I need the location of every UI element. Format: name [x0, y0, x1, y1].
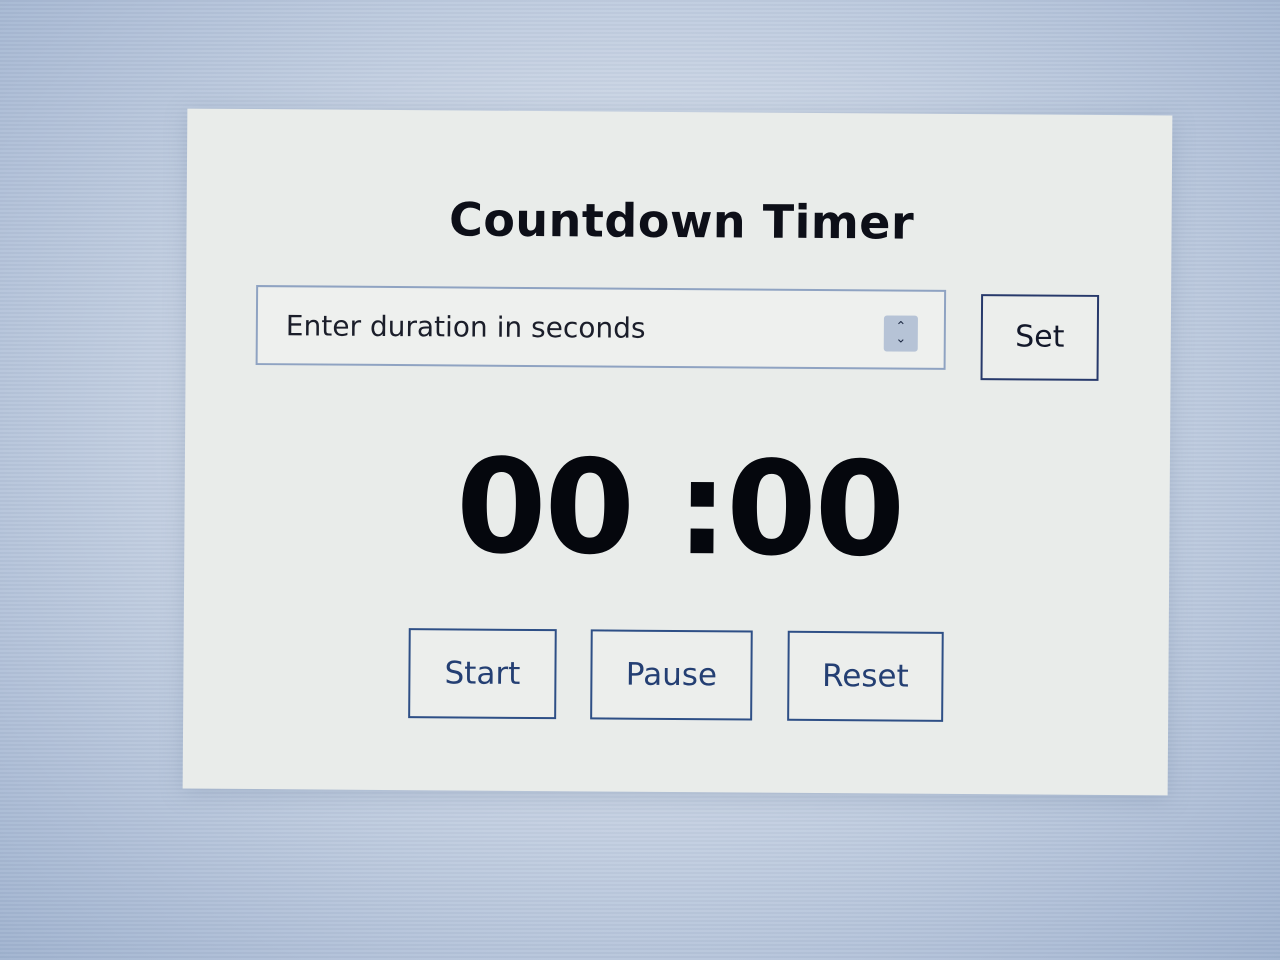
set-button[interactable]: Set: [980, 294, 1100, 381]
timer-window: Countdown Timer Enter duration in second…: [182, 108, 1173, 796]
reset-button[interactable]: Reset: [787, 630, 944, 722]
duration-input-placeholder: Enter duration in seconds: [285, 309, 646, 345]
timer-display: 00 :00: [455, 430, 904, 586]
duration-input[interactable]: Enter duration in seconds ⌃ ⌄: [255, 285, 947, 370]
pause-button[interactable]: Pause: [590, 629, 753, 721]
page-title: Countdown Timer: [448, 192, 915, 250]
chevron-down-icon[interactable]: ⌄: [895, 332, 906, 347]
start-button[interactable]: Start: [408, 628, 557, 720]
spinner-up-down-icon[interactable]: ⌃ ⌄: [883, 315, 918, 352]
